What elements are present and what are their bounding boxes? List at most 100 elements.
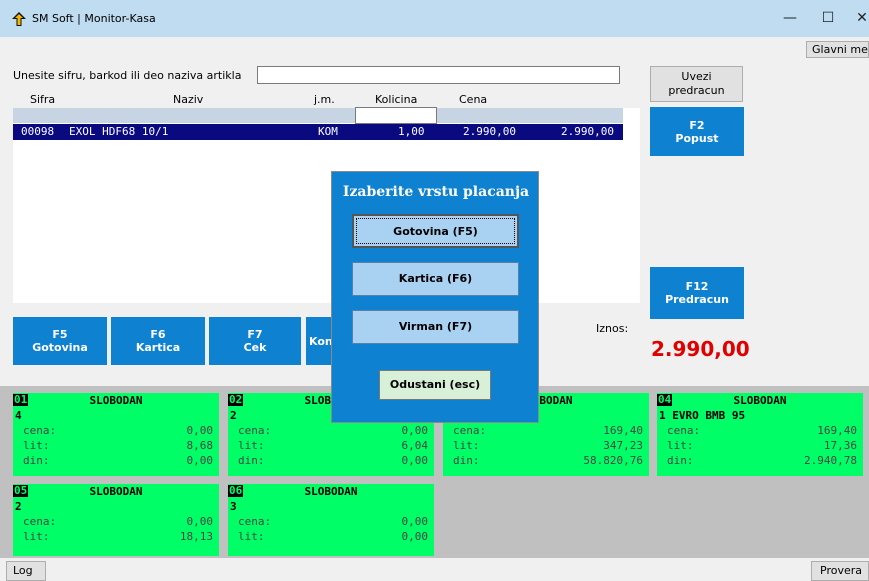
pump-fuel: 2 bbox=[15, 500, 22, 513]
app-arrow-icon bbox=[12, 12, 26, 26]
price-label: cena: bbox=[667, 424, 701, 437]
liters-label: lit: bbox=[238, 530, 265, 543]
main-menu-button[interactable]: Glavni meni bbox=[806, 41, 869, 58]
pump-card-04[interactable]: SLOBODAN 04 1 EVRO BMB 95 cena: 169,40 lit… bbox=[657, 393, 863, 476]
predracun-key: F12 bbox=[685, 280, 709, 293]
dinars-label: din: bbox=[453, 454, 480, 467]
price-value: 0,00 bbox=[401, 424, 429, 437]
card-key: F6 bbox=[150, 328, 166, 341]
pump-status: SLOBODAN bbox=[733, 394, 787, 407]
table-row[interactable]: 00098 EXOL HDF68 10/1 KOM 1,00 2.990,00 … bbox=[13, 124, 623, 140]
pump-card-05[interactable]: SLOBODAN 05 2 cena: 0,00 lit: 18,13 bbox=[13, 484, 219, 556]
cheque-button[interactable]: F7 Cek bbox=[209, 317, 301, 365]
article-search-input[interactable] bbox=[257, 66, 620, 84]
column-header-kolicina: Kolicina bbox=[375, 93, 418, 106]
cell-jm: KOM bbox=[318, 125, 338, 138]
pump-number: 05 bbox=[13, 484, 29, 497]
liters-value: 8,68 bbox=[186, 439, 214, 452]
predracun-button[interactable]: F12 Predracun bbox=[650, 267, 744, 319]
cash-key: F5 bbox=[52, 328, 68, 341]
kon-label: Kon bbox=[309, 334, 333, 348]
pump-number: 02 bbox=[228, 393, 244, 406]
dinars-value: 2.940,78 bbox=[804, 454, 857, 467]
predracun-label: Predracun bbox=[665, 293, 729, 306]
dialog-title: Izaberite vrstu placanja bbox=[342, 184, 530, 200]
input-row bbox=[13, 108, 355, 123]
price-label: cena: bbox=[23, 424, 57, 437]
pay-cash-button[interactable]: Gotovina (F5) bbox=[352, 214, 519, 248]
import-predracun-label: Uvezi predracun bbox=[668, 70, 725, 97]
liters-label: lit: bbox=[667, 439, 694, 452]
pump-fuel: 2 bbox=[230, 409, 237, 422]
price-value: 169,40 bbox=[817, 424, 857, 437]
check-button[interactable]: Provera bbox=[811, 561, 869, 581]
column-header-jm: j.m. bbox=[314, 93, 335, 106]
liters-value: 17,36 bbox=[823, 439, 857, 452]
pump-number: 01 bbox=[13, 393, 29, 406]
discount-label: Popust bbox=[675, 131, 719, 145]
card-label: Kartica bbox=[135, 341, 181, 354]
pump-fuel: 3 bbox=[230, 500, 237, 513]
cancel-button[interactable]: Odustani (esc) bbox=[379, 370, 491, 400]
dinars-value: 0,00 bbox=[401, 454, 429, 467]
log-button[interactable]: Log bbox=[6, 561, 46, 581]
pump-card-01[interactable]: SLOBODAN 01 4 cena: 0,00 lit: 8,68 din: 0,00 bbox=[13, 393, 219, 476]
quantity-input[interactable] bbox=[355, 107, 437, 124]
payment-type-dialog: Izaberite vrstu placanja Gotovina (F5) K… bbox=[331, 171, 539, 423]
liters-label: lit: bbox=[23, 439, 50, 452]
pay-card-button[interactable]: Kartica (F6) bbox=[352, 262, 519, 296]
pump-status: SLOBODAN bbox=[89, 485, 143, 498]
liters-label: lit: bbox=[23, 530, 50, 543]
dinars-value: 58.820,76 bbox=[583, 454, 643, 467]
cell-cena: 2.990,00 bbox=[463, 125, 516, 138]
price-label: cena: bbox=[453, 424, 487, 437]
cell-iznos: 2.990,00 bbox=[561, 125, 614, 138]
pump-fuel: 4 bbox=[15, 409, 22, 422]
liters-label: lit: bbox=[238, 439, 265, 452]
card-button[interactable]: F6 Kartica bbox=[111, 317, 205, 365]
cash-button[interactable]: F5 Gotovina bbox=[13, 317, 107, 365]
price-value: 0,00 bbox=[186, 515, 214, 528]
cell-sifra: 00098 bbox=[21, 125, 55, 138]
liters-value: 347,23 bbox=[603, 439, 643, 452]
search-label: Unesite sifru, barkod ili deo naziva art… bbox=[13, 69, 242, 82]
dinars-value: 0,00 bbox=[186, 454, 214, 467]
pump-status: SLOBODAN bbox=[304, 485, 358, 498]
price-value: 0,00 bbox=[401, 515, 429, 528]
price-label: cena: bbox=[23, 515, 57, 528]
minimize-icon[interactable]: — bbox=[770, 5, 810, 31]
price-label: cena: bbox=[238, 515, 272, 528]
pump-fuel: 1 EVRO BMB 95 bbox=[659, 409, 746, 422]
liters-value: 6,04 bbox=[401, 439, 429, 452]
cash-label: Gotovina bbox=[32, 341, 88, 354]
dinars-label: din: bbox=[23, 454, 50, 467]
close-icon[interactable]: ✕ bbox=[842, 5, 869, 31]
dinars-label: din: bbox=[667, 454, 694, 467]
dinars-label: din: bbox=[238, 454, 265, 467]
total-amount: 2.990,00 bbox=[651, 337, 750, 361]
price-value: 169,40 bbox=[603, 424, 643, 437]
cell-kolicina: 1,00 bbox=[398, 125, 425, 138]
pump-card-06[interactable]: SLOBODAN 06 3 cena: 0,00 lit: 0,00 bbox=[228, 484, 434, 556]
liters-value: 18,13 bbox=[179, 530, 213, 543]
window-title: SM Soft | Monitor-Kasa bbox=[32, 12, 156, 25]
cheque-key: F7 bbox=[247, 328, 263, 341]
column-header-naziv: Naziv bbox=[173, 93, 204, 106]
column-header-cena: Cena bbox=[459, 93, 488, 106]
liters-value: 0,00 bbox=[401, 530, 429, 543]
total-label: Iznos: bbox=[596, 322, 629, 335]
cheque-label: Cek bbox=[243, 341, 267, 354]
pump-number: 04 bbox=[657, 393, 673, 406]
import-predracun-button[interactable]: Uvezi predracun bbox=[650, 66, 743, 102]
pay-transfer-button[interactable]: Virman (F7) bbox=[352, 310, 519, 344]
pump-number: 06 bbox=[228, 484, 244, 497]
liters-label: lit: bbox=[453, 439, 480, 452]
price-label: cena: bbox=[238, 424, 272, 437]
discount-key: F2 bbox=[689, 118, 705, 132]
discount-button[interactable]: F2 Popust bbox=[650, 107, 744, 156]
cell-naziv: EXOL HDF68 10/1 bbox=[69, 125, 169, 138]
column-header-sifra: Sifra bbox=[30, 93, 56, 106]
input-row bbox=[437, 108, 623, 123]
pump-status: SLOBODAN bbox=[89, 394, 143, 407]
price-value: 0,00 bbox=[186, 424, 214, 437]
